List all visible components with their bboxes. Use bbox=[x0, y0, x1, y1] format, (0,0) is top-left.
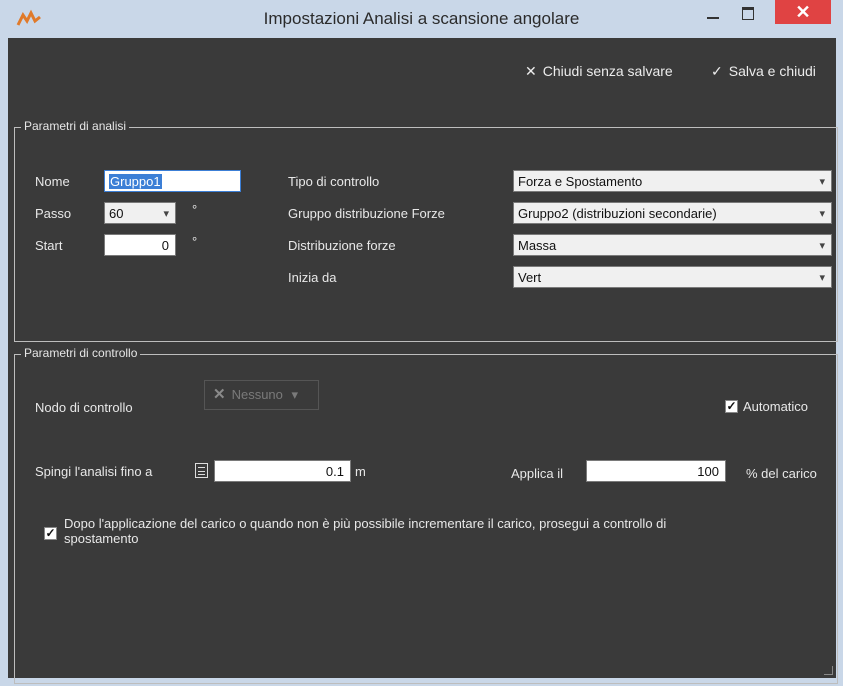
start-value: 0 bbox=[161, 238, 169, 253]
checkbox-icon: ✓ bbox=[726, 399, 737, 413]
push-label: Spingi l'analisi fino a bbox=[35, 464, 153, 479]
apply-unit: % del carico bbox=[746, 466, 817, 481]
save-and-close-button[interactable]: ✓ Salva e chiudi bbox=[711, 63, 816, 80]
apply-value: 100 bbox=[697, 464, 719, 479]
control-node-dropdown[interactable]: ✕ Nessuno ▾ bbox=[204, 380, 319, 410]
step-unit: ° bbox=[192, 202, 198, 217]
start-input[interactable]: 0 bbox=[104, 234, 176, 256]
checkbox-icon: ✓ bbox=[45, 526, 56, 540]
force-group-label: Gruppo distribuzione Forze bbox=[288, 206, 445, 221]
close-without-save-label: Chiudi senza salvare bbox=[542, 63, 673, 79]
minimize-button[interactable] bbox=[696, 0, 730, 30]
name-input[interactable]: Gruppo1 bbox=[104, 170, 241, 192]
checkmark-icon: ✓ bbox=[711, 63, 723, 79]
cross-icon: ✕ bbox=[525, 63, 537, 79]
calculator-icon[interactable] bbox=[195, 463, 208, 478]
control-type-value: Forza e Spostamento bbox=[518, 174, 643, 189]
close-icon: ✕ bbox=[795, 2, 811, 22]
control-params-legend: Parametri di controllo bbox=[21, 346, 141, 360]
chevron-down-icon: ▾ bbox=[163, 208, 169, 220]
step-select[interactable]: 60 ▾ bbox=[104, 202, 176, 224]
dialog-window: Impostazioni Analisi a scansione angolar… bbox=[0, 0, 843, 686]
apply-label: Applica il bbox=[511, 466, 564, 481]
cross-icon: ✕ bbox=[213, 386, 226, 403]
continue-displacement-label-line1: Dopo l'applicazione del carico o quando … bbox=[64, 516, 667, 531]
step-value: 60 bbox=[109, 206, 124, 221]
continue-displacement-label-line2: spostamento bbox=[64, 531, 139, 546]
minimize-icon bbox=[707, 17, 719, 19]
start-unit: ° bbox=[192, 234, 198, 249]
push-input[interactable]: 0.1 bbox=[214, 460, 351, 482]
automatic-checkbox[interactable]: ✓ bbox=[725, 400, 738, 413]
force-dist-value: Massa bbox=[518, 238, 557, 253]
continue-displacement-checkbox[interactable]: ✓ bbox=[44, 527, 57, 540]
force-group-select[interactable]: Gruppo2 (distribuzioni secondarie) ▾ bbox=[513, 202, 832, 224]
automatic-label: Automatico bbox=[743, 399, 809, 414]
title-bar[interactable]: Impostazioni Analisi a scansione angolar… bbox=[0, 0, 843, 38]
control-node-value: Nessuno bbox=[231, 387, 283, 402]
dialog-content: ✕ Chiudi senza salvare ✓ Salva e chiudi Pa… bbox=[8, 38, 838, 684]
chevron-down-icon: ▾ bbox=[819, 272, 825, 284]
push-unit: m bbox=[355, 464, 366, 479]
control-type-label: Tipo di controllo bbox=[288, 174, 380, 189]
resize-grip[interactable] bbox=[824, 666, 833, 675]
apply-input[interactable]: 100 bbox=[586, 460, 726, 482]
control-params-group: Parametri di controllo Nodo di controllo… bbox=[14, 346, 838, 684]
close-without-save-button[interactable]: ✕ Chiudi senza salvare bbox=[525, 63, 673, 80]
start-from-label: Inizia da bbox=[288, 270, 337, 285]
force-dist-label: Distribuzione forze bbox=[288, 238, 396, 253]
analysis-params-legend: Parametri di analisi bbox=[21, 119, 130, 133]
start-from-select[interactable]: Vert ▾ bbox=[513, 266, 832, 288]
chevron-down-icon: ▾ bbox=[819, 240, 825, 252]
name-label: Nome bbox=[35, 174, 70, 189]
start-from-value: Vert bbox=[518, 270, 542, 285]
chevron-down-icon: ▾ bbox=[819, 208, 825, 220]
force-dist-select[interactable]: Massa ▾ bbox=[513, 234, 832, 256]
chevron-down-icon: ▾ bbox=[291, 387, 299, 402]
save-and-close-label: Salva e chiudi bbox=[728, 63, 816, 79]
push-value: 0.1 bbox=[325, 464, 344, 479]
start-label: Start bbox=[35, 238, 63, 253]
maximize-icon bbox=[742, 7, 754, 20]
force-group-value: Gruppo2 (distribuzioni secondarie) bbox=[518, 206, 717, 221]
close-window-button[interactable]: ✕ bbox=[775, 0, 831, 24]
control-type-select[interactable]: Forza e Spostamento ▾ bbox=[513, 170, 832, 192]
name-value: Gruppo1 bbox=[109, 174, 162, 189]
maximize-button[interactable] bbox=[731, 0, 765, 30]
step-label: Passo bbox=[35, 206, 72, 221]
chevron-down-icon: ▾ bbox=[819, 176, 825, 188]
analysis-params-group: Parametri di analisi Nome Gruppo1 Passo … bbox=[14, 119, 838, 342]
control-node-label: Nodo di controllo bbox=[35, 400, 133, 415]
